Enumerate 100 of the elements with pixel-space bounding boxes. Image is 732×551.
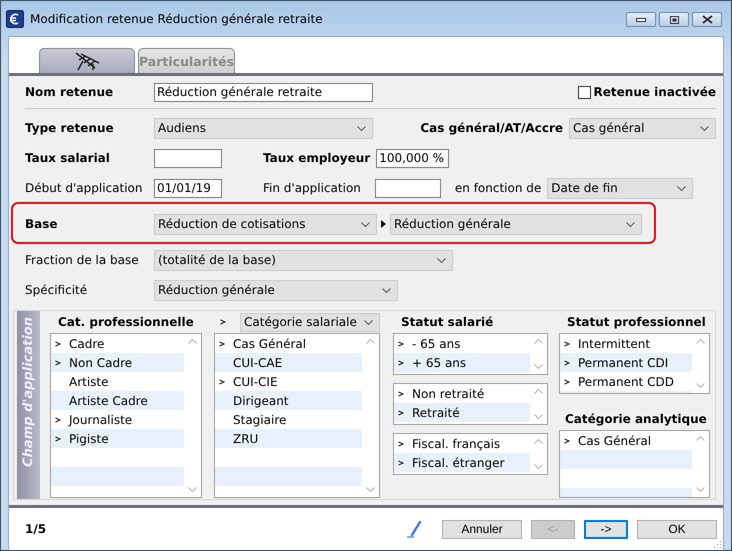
- scroll-up-icon[interactable]: [534, 339, 543, 344]
- chevron-down-icon: [437, 258, 446, 262]
- list-item[interactable]: ZRU: [215, 429, 362, 448]
- chevron-right-icon: [398, 390, 404, 396]
- scroll-up-icon[interactable]: [534, 439, 543, 444]
- minimize-button[interactable]: [626, 12, 656, 27]
- dropdown[interactable]: Cas général: [569, 118, 716, 138]
- chair-icon: [73, 51, 101, 71]
- dropdown[interactable]: Réduction générale: [154, 280, 398, 300]
- column-header: Cat. professionnelle: [58, 315, 194, 329]
- list-item[interactable]: Cas Général: [215, 334, 362, 353]
- chevron-down-icon: [626, 222, 635, 226]
- pen-icon[interactable]: [406, 520, 422, 538]
- tab[interactable]: [39, 48, 135, 73]
- field-label: Base: [25, 217, 59, 231]
- list-item[interactable]: + 65 ans: [394, 353, 530, 372]
- list-item[interactable]: CUI-CIE: [215, 372, 362, 391]
- text-field[interactable]: Réduction générale retraite: [154, 82, 373, 102]
- app-icon: [6, 10, 24, 28]
- chevron-down-icon: [361, 222, 370, 226]
- field-label: Retenue inactivée: [594, 85, 716, 99]
- triangle-icon: [381, 220, 386, 228]
- maximize-icon: [670, 16, 678, 24]
- button[interactable]: ->: [584, 520, 628, 538]
- column-header: Statut salarié: [401, 315, 494, 329]
- list-item[interactable]: Fiscal. français: [394, 434, 530, 453]
- scroll-down-icon[interactable]: [534, 414, 543, 419]
- close-button[interactable]: [692, 12, 722, 27]
- chevron-right-icon: [398, 460, 404, 466]
- scroll-down-icon[interactable]: [534, 464, 543, 469]
- chevron-right-icon: [55, 360, 61, 366]
- dropdown[interactable]: Réduction générale: [390, 214, 642, 234]
- list-item[interactable]: Intermittent: [560, 334, 692, 353]
- field-label: Taux salarial: [25, 151, 111, 165]
- list-item[interactable]: Permanent CDD: [560, 372, 692, 391]
- list-item[interactable]: - 65 ans: [394, 334, 530, 353]
- scroll-down-icon[interactable]: [188, 487, 197, 492]
- maximize-button[interactable]: [659, 12, 689, 27]
- dropdown[interactable]: Catégorie salariale: [240, 312, 380, 332]
- list-item[interactable]: Fiscal. étranger: [394, 453, 530, 472]
- chevron-right-icon: [219, 378, 225, 384]
- chevron-right-icon: [564, 340, 570, 346]
- list-item[interactable]: Retraité: [394, 403, 530, 422]
- field-label: Cas général/AT/Accre: [420, 121, 563, 135]
- scroll-up-icon[interactable]: [696, 436, 705, 441]
- list-item[interactable]: Dirigeant: [215, 391, 362, 410]
- chevron-right-icon: [55, 416, 61, 422]
- side-label: Champ d'application: [21, 317, 36, 467]
- field-label: Type retenue: [25, 121, 115, 135]
- text-field[interactable]: 01/01/19: [154, 178, 222, 198]
- scroll-up-icon[interactable]: [696, 339, 705, 344]
- close-icon: [702, 15, 712, 24]
- text-field[interactable]: 100,000 %: [376, 148, 450, 168]
- column-header: Catégorie analytique: [565, 412, 707, 426]
- checkbox[interactable]: [578, 86, 591, 98]
- text-field[interactable]: [374, 178, 441, 198]
- chevron-right-icon: [220, 319, 226, 325]
- column-header: Statut professionnel: [567, 315, 706, 329]
- scroll-up-icon[interactable]: [366, 339, 375, 344]
- chevron-right-icon: [564, 438, 570, 444]
- list-item[interactable]: Journaliste: [51, 410, 184, 429]
- chevron-right-icon: [398, 440, 404, 446]
- dropdown[interactable]: Date de fin: [547, 178, 694, 198]
- chevron-down-icon: [364, 320, 373, 324]
- text-field[interactable]: [154, 148, 222, 168]
- list-item[interactable]: Pigiste: [51, 429, 184, 448]
- chevron-right-icon: [564, 378, 570, 384]
- dropdown[interactable]: (totalité de la base): [154, 250, 453, 270]
- scroll-down-icon[interactable]: [534, 364, 543, 369]
- page-indicator: 1/5: [25, 522, 48, 536]
- chevron-down-icon: [382, 288, 391, 292]
- dropdown[interactable]: Réduction de cotisations: [154, 214, 377, 234]
- list-item[interactable]: Permanent CDI: [560, 353, 692, 372]
- button[interactable]: OK: [637, 520, 717, 538]
- list-item[interactable]: Artiste: [51, 372, 184, 391]
- chevron-right-icon: [564, 360, 570, 366]
- chevron-right-icon: [398, 410, 404, 416]
- list-item[interactable]: Artiste Cadre: [51, 391, 184, 410]
- dropdown[interactable]: Audiens: [154, 118, 373, 138]
- button[interactable]: Annuler: [442, 520, 522, 538]
- chevron-right-icon: [398, 340, 404, 346]
- field-label: Fraction de la base: [25, 253, 140, 267]
- scroll-down-icon[interactable]: [696, 383, 705, 388]
- chevron-down-icon: [677, 186, 686, 190]
- field-label: Spécificité: [25, 283, 88, 297]
- scroll-down-icon[interactable]: [366, 487, 375, 492]
- field-label: en fonction de: [454, 181, 542, 195]
- list-item[interactable]: Non retraité: [394, 384, 530, 403]
- resize-grip-icon[interactable]: [712, 539, 722, 549]
- field-label: Taux employeur: [263, 151, 370, 165]
- scroll-down-icon[interactable]: [696, 487, 705, 492]
- list-item[interactable]: Cadre: [51, 334, 184, 353]
- field-label: Début d'application: [25, 181, 144, 195]
- chevron-down-icon: [700, 126, 709, 130]
- scroll-up-icon[interactable]: [188, 339, 197, 344]
- list-item[interactable]: Non Cadre: [51, 353, 184, 372]
- chevron-right-icon: [55, 340, 61, 346]
- scroll-up-icon[interactable]: [534, 389, 543, 394]
- list-item[interactable]: Stagiaire: [215, 410, 362, 429]
- list-item[interactable]: CUI-CAE: [215, 353, 362, 372]
